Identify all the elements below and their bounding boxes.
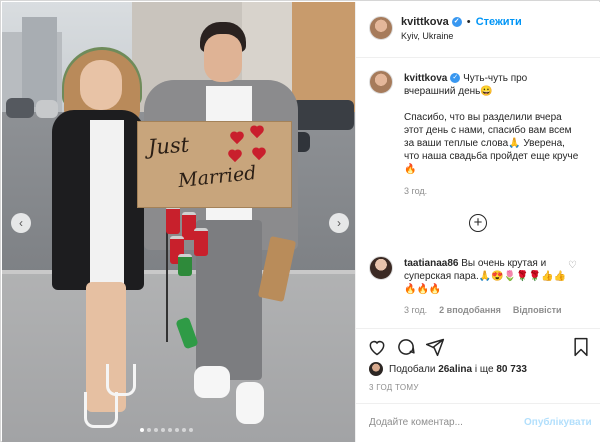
carousel-dot <box>147 428 151 432</box>
carousel-dot <box>175 428 179 432</box>
heart-drawing-icon <box>252 148 266 160</box>
bookmark-icon[interactable] <box>571 337 591 357</box>
caption-first-line: kvittkova ✓ Чуть-чуть про вчерашний день😀 <box>404 72 579 98</box>
add-comment-bar: Додайте коментар... Опублікувати <box>356 403 600 442</box>
heart-outline-icon: ♡ <box>568 260 577 271</box>
can <box>194 228 208 256</box>
post-location[interactable]: Kyiv, Ukraine <box>401 31 453 41</box>
publish-comment-button[interactable]: Опублікувати <box>524 417 592 428</box>
sign-text-line2: Married <box>177 161 258 193</box>
caption-body: Спасибо, что вы разделили вчера этот ден… <box>404 112 579 175</box>
follow-button[interactable]: Стежити <box>476 16 522 28</box>
photo-car <box>36 100 58 118</box>
comment-likes-count[interactable]: 2 вподобання <box>439 305 501 315</box>
verified-badge-icon: ✓ <box>451 17 462 28</box>
bride-shoe <box>106 364 136 396</box>
chevron-right-icon: › <box>337 216 341 230</box>
plus-circle-icon: + <box>473 214 483 231</box>
bride-face <box>80 60 122 110</box>
post-timestamp: 3 ГОД ТОМУ <box>369 383 419 392</box>
caption-author-avatar[interactable] <box>369 70 393 94</box>
share-icon[interactable] <box>425 337 445 357</box>
can <box>178 254 192 276</box>
commenter-avatar[interactable] <box>369 256 393 280</box>
post-header: kvittkova ✓ • Стежити Kyiv, Ukraine <box>356 2 600 58</box>
carousel-dot <box>182 428 186 432</box>
liker-avatar <box>369 362 383 376</box>
author-username[interactable]: kvittkova <box>401 16 449 28</box>
chevron-left-icon: ‹ <box>19 216 23 230</box>
comment-item: taatianaa86 Вы очень крутая и суперская … <box>404 257 574 296</box>
load-more-comments-button[interactable]: + <box>469 214 487 232</box>
photo-car <box>292 100 354 130</box>
heart-drawing-icon <box>250 126 264 138</box>
post-caption: kvittkova ✓ Чуть-чуть про вчерашний день😀… <box>404 72 579 176</box>
photo-building <box>22 17 57 107</box>
carousel-prev-button[interactable]: ‹ <box>11 213 31 233</box>
comment-input[interactable]: Додайте коментар... <box>369 417 463 428</box>
separator-dot: • <box>466 16 471 28</box>
just-married-sign: Just Married <box>137 121 292 208</box>
heart-drawing-icon <box>228 150 242 162</box>
sign-text-line1: Just <box>147 132 190 160</box>
carousel-dot <box>140 428 144 432</box>
post-side-panel: kvittkova ✓ • Стежити Kyiv, Ukraine kvitt… <box>355 2 600 442</box>
post-actions-bar <box>356 328 600 360</box>
can <box>166 206 180 234</box>
groom-shoe <box>194 366 230 398</box>
caption-username[interactable]: kvittkova <box>404 73 447 84</box>
groom-shoe <box>236 382 264 424</box>
likes-middle: і ще <box>474 363 494 375</box>
author-line: kvittkova ✓ • Стежити <box>401 16 522 28</box>
comment-reply-button[interactable]: Відповісти <box>513 305 562 315</box>
carousel-dot <box>168 428 172 432</box>
comment-username[interactable]: taatianaa86 <box>404 258 458 269</box>
photo-sidewalk <box>2 272 355 442</box>
comment-time: 3 год. <box>404 305 428 315</box>
comment-icon[interactable] <box>396 337 416 357</box>
post-photo[interactable]: Just Married ‹ › <box>2 2 355 442</box>
bride-dress <box>90 120 124 290</box>
caption-time: 3 год. <box>404 186 428 196</box>
verified-badge-icon: ✓ <box>450 73 461 84</box>
carousel-next-button[interactable]: › <box>329 213 349 233</box>
heart-outline-icon[interactable] <box>367 337 387 357</box>
comment-meta: 3 год. 2 вподобання Відповісти <box>404 305 562 315</box>
carousel-dot <box>161 428 165 432</box>
groom-face <box>204 34 242 82</box>
instagram-post-window: Just Married ‹ › kvittkova ✓ • Стежити Ky… <box>0 0 600 442</box>
carousel-dot <box>189 428 193 432</box>
comment-like-button[interactable]: ♡ <box>568 260 577 271</box>
tied-cans <box>164 206 210 276</box>
likes-count[interactable]: 80 733 <box>496 364 527 375</box>
heart-drawing-icon <box>230 132 244 144</box>
photo-car <box>6 98 34 118</box>
bride-shoe <box>84 392 118 428</box>
author-avatar[interactable] <box>369 16 393 40</box>
carousel-dot <box>154 428 158 432</box>
likes-summary: Подобали 26alina і ще 80 733 <box>369 362 527 376</box>
carousel-indicator <box>140 428 193 432</box>
likes-prefix: Подобали <box>389 363 436 375</box>
likes-user[interactable]: 26alina <box>438 364 472 375</box>
